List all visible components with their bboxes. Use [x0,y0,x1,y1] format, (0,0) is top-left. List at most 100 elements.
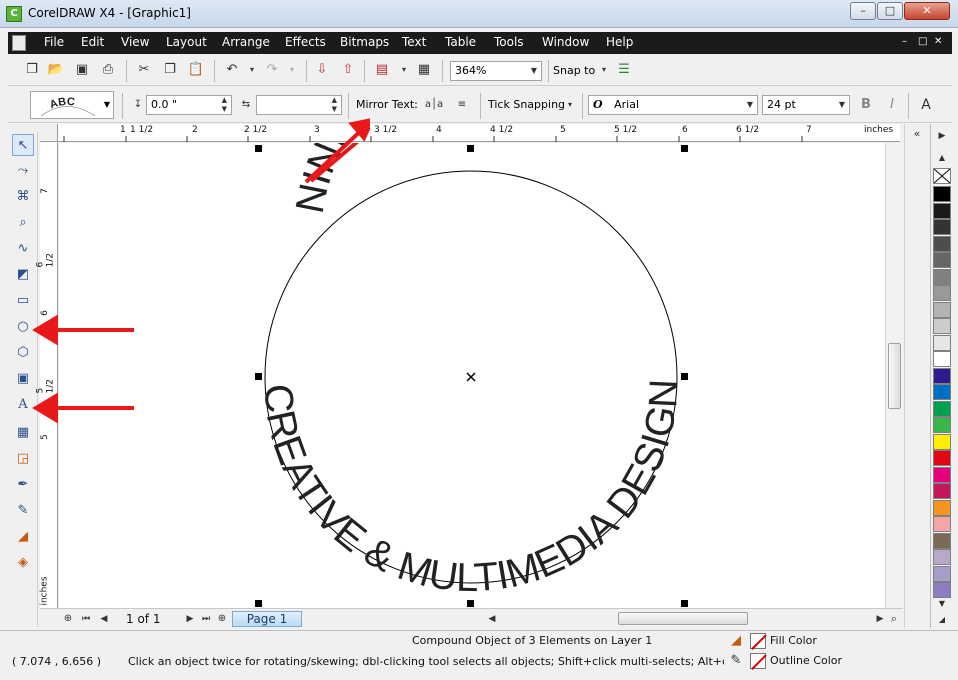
menu-bitmaps[interactable]: Bitmaps [340,35,389,49]
interactive-blend-tool-icon[interactable]: ◲ [12,448,34,470]
document-icon[interactable] [12,35,26,51]
menu-effects[interactable]: Effects [285,35,326,49]
new-icon[interactable]: ❐ [22,60,42,80]
color-swatch[interactable] [933,565,951,582]
color-swatch[interactable] [933,351,951,367]
color-swatch[interactable] [933,285,951,301]
snap-to-label[interactable]: Snap to [553,61,595,81]
color-swatch[interactable] [933,235,951,252]
chevron-down-icon: ▼ [746,100,753,109]
horizontal-scroll-thumb[interactable] [618,612,748,625]
close-button[interactable]: ✕ [904,2,950,20]
menu-table[interactable]: Table [445,35,476,49]
center-marker[interactable] [466,372,476,382]
menu-arrange[interactable]: Arrange [222,35,270,49]
vertical-scroll-thumb[interactable] [888,343,901,409]
color-swatch[interactable] [933,318,951,334]
menu-help[interactable]: Help [606,35,633,49]
color-swatch[interactable] [933,202,951,219]
launcher-dropdown-icon[interactable]: ▾ [394,60,414,80]
palette-options-icon[interactable]: ▶ [932,126,952,146]
paste-icon[interactable]: 📋 [186,60,206,80]
tick-snapping-dropdown-icon[interactable]: ▾ [560,95,580,115]
coreldraw-app-icon[interactable]: C [6,6,22,22]
previous-page-icon[interactable]: ◀ [94,609,114,629]
no-color-swatch[interactable] [933,168,951,184]
menu-text[interactable]: Text [402,35,426,49]
color-swatch[interactable] [933,301,951,318]
mirror-horizontal-icon[interactable]: a│a [424,95,444,115]
font-size-combo[interactable]: 24 pt ▼ [762,95,850,115]
menu-layout[interactable]: Layout [166,35,207,49]
fill-color-indicator[interactable] [750,633,766,649]
color-swatch[interactable] [933,186,951,202]
doc-close-button[interactable]: ✕ [934,36,942,47]
bold-icon[interactable]: B [856,95,876,115]
color-swatch[interactable] [933,417,951,433]
redo-icon[interactable]: ↷ [262,60,282,80]
color-swatch[interactable] [933,252,951,268]
maximize-button[interactable]: □ [877,2,903,20]
outline-tool-icon[interactable]: ✎ [12,500,34,522]
expand-docker-icon[interactable]: « [907,124,927,144]
color-swatch[interactable] [933,466,951,483]
vertical-scrollbar[interactable] [885,143,903,608]
redo-dropdown-icon[interactable]: ▾ [282,60,302,80]
save-icon[interactable]: ▣ [72,60,92,80]
menu-tools[interactable]: Tools [494,35,524,49]
color-swatch[interactable] [933,367,951,384]
italic-icon[interactable]: I [882,95,902,115]
outline-color-indicator[interactable] [750,653,766,669]
color-swatch[interactable] [933,400,951,417]
color-swatch[interactable] [933,433,951,450]
snap-to-dropdown-icon[interactable]: ▾ [594,60,614,80]
zoom-level-combo[interactable]: 364% ▼ [450,61,542,81]
doc-minimize-button[interactable]: – [902,36,907,47]
color-swatch[interactable] [933,549,951,565]
page-tab[interactable]: Page 1 [232,611,302,627]
color-swatch[interactable] [933,219,951,235]
menu-file[interactable]: File [44,35,64,49]
welcome-screen-icon[interactable]: ▦ [414,60,434,80]
copy-icon[interactable]: ❐ [160,60,180,80]
mirror-vertical-icon[interactable]: ≡ [452,95,472,115]
first-page-icon[interactable]: ⏮ [76,609,96,629]
menu-edit[interactable]: Edit [81,35,104,49]
font-family-combo[interactable]: O Arial ▼ [588,95,758,115]
fill-tool-icon[interactable]: ◢ [12,526,34,548]
menu-view[interactable]: View [121,35,149,49]
color-swatch[interactable] [933,268,951,285]
character-formatting-icon[interactable]: A [916,95,936,115]
import-icon[interactable]: ⇩ [312,60,332,80]
palette-scroll-up-icon[interactable]: ▲ [932,148,952,168]
add-page-before-icon[interactable]: ⊕ [58,609,78,629]
open-icon[interactable]: 📂 [46,60,66,80]
window-title: CorelDRAW X4 - [Graphic1] [28,6,191,20]
color-swatch[interactable] [933,334,951,351]
color-swatch[interactable] [933,532,951,549]
navigator-zoom-icon[interactable]: ⌕ [884,609,904,629]
undo-icon[interactable]: ↶ [222,60,242,80]
export-icon[interactable]: ⇧ [338,60,358,80]
color-swatch[interactable] [933,450,951,466]
scroll-left-icon[interactable]: ◀ [482,609,502,629]
options-icon[interactable]: ☰ [614,60,634,80]
interactive-fill-tool-icon[interactable]: ◈ [12,552,34,574]
menu-window[interactable]: Window [542,35,589,49]
color-swatch[interactable] [933,384,951,400]
print-icon[interactable]: ⎙ [98,60,118,80]
cut-icon[interactable]: ✂ [134,60,154,80]
doc-restore-button[interactable]: □ [918,36,927,47]
add-page-after-icon[interactable]: ⊕ [212,609,232,629]
palette-flyout-icon[interactable]: ◢ [932,610,952,630]
application-launcher-icon[interactable]: ▤ [372,60,392,80]
minimize-button[interactable]: – [850,2,876,20]
undo-dropdown-icon[interactable]: ▾ [242,60,262,80]
color-swatch[interactable] [933,499,951,516]
color-swatch[interactable] [933,516,951,532]
outline-color-label: Outline Color [770,654,843,667]
chevron-down-icon: ▼ [530,66,537,75]
eyedropper-tool-icon[interactable]: ✒ [12,474,34,496]
tick-snapping-label[interactable]: Tick Snapping [488,95,565,115]
color-swatch[interactable] [933,483,951,499]
